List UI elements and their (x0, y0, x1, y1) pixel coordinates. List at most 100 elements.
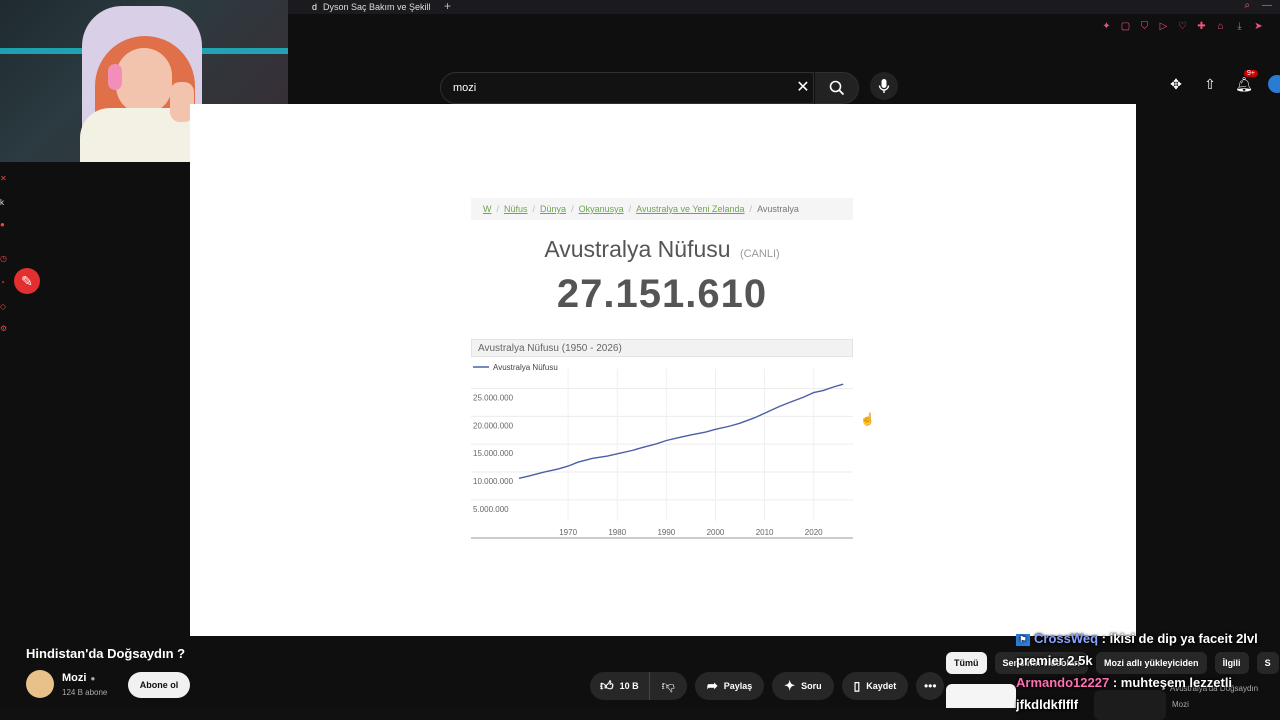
sidebar-x-icon[interactable]: ✕ (0, 174, 8, 183)
youtube-header: ✕ ✥ ⇧ 🔔︎ 9+ (288, 64, 1280, 104)
pin-icon[interactable]: ✦ (1100, 20, 1113, 33)
notifications-button[interactable]: 🔔︎ 9+ (1234, 70, 1258, 94)
mouse-cursor-icon: ☝ (860, 412, 875, 426)
browser-tab[interactable]: d Dyson Saç Bakım ve Şekill (312, 0, 450, 14)
video-title: Hindistan'da Doğsaydın ? (26, 646, 186, 661)
dislike-button[interactable]: 👎︎ (650, 672, 687, 700)
chart-x-tick-label: 1970 (559, 528, 577, 537)
thumbs-down-icon: 👎︎ (661, 678, 675, 693)
play-icon[interactable]: ▷ (1157, 20, 1170, 33)
header-right-icons: ✥ ⇧ 🔔︎ 9+ (1166, 70, 1280, 94)
shield-icon[interactable]: ⛉ (1138, 20, 1151, 33)
live-label: (CANLI) (739, 248, 780, 260)
sparkle-icon: ✥ (1170, 75, 1182, 92)
channel-name-text: Mozi (62, 672, 87, 684)
sidebar-gear-icon[interactable]: ⚙ (0, 324, 8, 333)
breadcrumb-separator: / (496, 204, 500, 214)
breadcrumb-link-world: Dünya (540, 204, 567, 214)
clear-search-button[interactable]: ✕ (792, 76, 814, 98)
download-icon[interactable]: ⤓ (1233, 20, 1246, 33)
chart-title: Avustralya Nüfusu (1950 - 2026) (471, 339, 853, 357)
ask-label: Soru (801, 681, 822, 691)
breadcrumb-link-population: Nüfus (504, 204, 528, 214)
chat-message: Armando12227 : muhteşem lezzetli jfkdldk… (1016, 675, 1233, 712)
save-button[interactable]: ▯ Kaydet (841, 672, 909, 700)
subscribe-button[interactable]: Abone ol (128, 672, 190, 698)
more-icon: ••• (923, 679, 937, 693)
extension-toolbar: ✦ ▢ ⛉ ▷ ♡ ✚ ⌂ ⤓ ➤ (1100, 20, 1265, 33)
chart-x-tick-label: 2020 (805, 528, 823, 537)
microphone-icon (878, 79, 890, 93)
stream-chat-overlay: ⚑ CrossWeq : ikisi de dip ya faceit 2lvl … (1016, 628, 1280, 716)
video-player[interactable]: W / Nüfus / Dünya / Okyanusya / Avustral… (190, 104, 1136, 636)
webcam-person-face (116, 48, 172, 114)
window-controls: ⌕ — (1244, 0, 1272, 11)
population-chart: Avustralya Nüfusu (1950 - 2026) 5.000.00… (471, 339, 853, 539)
search-input[interactable] (453, 82, 773, 94)
chart-x-tick-label: 1990 (657, 528, 675, 537)
more-actions-button[interactable]: ••• (916, 672, 945, 700)
chart-x-tick-label: 2000 (707, 528, 725, 537)
webcam-headphones (108, 64, 122, 90)
chart-x-tick-label: 1980 (608, 528, 626, 537)
like-count: 10 B (619, 681, 639, 691)
chat-badge-icon: ⚑ (1016, 633, 1030, 646)
upload-button[interactable]: ⇧ (1200, 74, 1220, 94)
chart-x-tick-label: 2010 (756, 528, 774, 537)
breadcrumb-separator: / (571, 204, 574, 214)
chart-legend-label: Avustralya Nüfusu (493, 363, 558, 372)
share-icon: ➦ (706, 678, 718, 693)
search-button[interactable] (815, 72, 859, 104)
account-avatar[interactable] (1268, 75, 1280, 93)
chip-all[interactable]: Tümü (946, 652, 987, 674)
population-counter: 27.151.610 (556, 272, 768, 316)
breadcrumb-link-home: W (483, 204, 492, 214)
ask-button[interactable]: ✦ Soru (772, 672, 834, 700)
chat-message: ⚑ CrossWeq : ikisi de dip ya faceit 2lvl … (1016, 631, 1258, 668)
minimize-icon[interactable]: — (1262, 0, 1272, 11)
left-sidebar-strip: ✕ k ● ◷ ◔ ◇ ⚙ (0, 162, 16, 652)
chart-y-tick-label: 25.000.000 (473, 393, 514, 402)
page-title: Avustralya Nüfusu (CANLI) (471, 236, 853, 263)
sidebar-k-icon[interactable]: k (0, 198, 8, 207)
upload-icon: ⇧ (1204, 75, 1216, 92)
send-icon[interactable]: ➤ (1252, 20, 1265, 33)
channel-logo-icon[interactable]: ✎ (14, 268, 40, 294)
like-button[interactable]: 👍︎ 10 B (590, 672, 650, 700)
channel-avatar[interactable] (26, 670, 54, 698)
lock-icon[interactable]: ⌂ (1214, 20, 1227, 33)
channel-name[interactable]: Mozi ● (62, 672, 95, 684)
save-label: Kaydet (866, 681, 897, 691)
puzzle-icon[interactable]: ✚ (1195, 20, 1208, 33)
sidebar-history-icon[interactable]: ◔ (0, 278, 8, 287)
share-button[interactable]: ➦ Paylaş (694, 672, 765, 700)
sidebar-tag-icon[interactable]: ◇ (0, 302, 8, 311)
bookmark-icon: ▯ (853, 679, 861, 693)
chart-svg: 5.000.000 10.000.000 15.000.000 20.000.000 2… (471, 363, 853, 539)
bottom-strip (0, 708, 1016, 720)
breadcrumb-link-aus-nz: Avustralya ve Yeni Zelanda (636, 204, 745, 214)
sidebar-dot-icon[interactable]: ● (0, 220, 8, 229)
subscriber-count: 124 B abone (62, 688, 108, 697)
chart-y-tick-label: 20.000.000 (473, 421, 514, 430)
breadcrumb-current: Avustralya (757, 204, 799, 214)
verified-icon: ● (90, 673, 96, 683)
search-box (440, 72, 814, 104)
crop-icon[interactable]: ▢ (1119, 20, 1132, 33)
new-tab-button[interactable]: + (444, 0, 451, 13)
browser-tab-strip: d Dyson Saç Bakım ve Şekill + ⌕ — (288, 0, 1280, 14)
chart-y-tick-label: 15.000.000 (473, 449, 514, 458)
sidebar-clock-icon[interactable]: ◷ (0, 254, 8, 263)
like-dislike-group: 👍︎ 10 B 👎︎ (590, 672, 687, 700)
breadcrumb-separator: / (749, 204, 753, 214)
page-title-text: Avustralya Nüfusu (544, 236, 731, 262)
voice-search-button[interactable] (870, 72, 898, 100)
breadcrumb-link-oceania: Okyanusya (578, 204, 624, 214)
search-icon (829, 80, 844, 96)
breadcrumb: W / Nüfus / Dünya / Okyanusya / Avustral… (471, 198, 853, 220)
share-label: Paylaş (723, 681, 753, 691)
heart-icon[interactable]: ♡ (1176, 20, 1189, 33)
create-button[interactable]: ✥ (1166, 74, 1186, 94)
sparkle-icon: ✦ (784, 678, 796, 693)
browser-search-icon[interactable]: ⌕ (1244, 0, 1250, 11)
